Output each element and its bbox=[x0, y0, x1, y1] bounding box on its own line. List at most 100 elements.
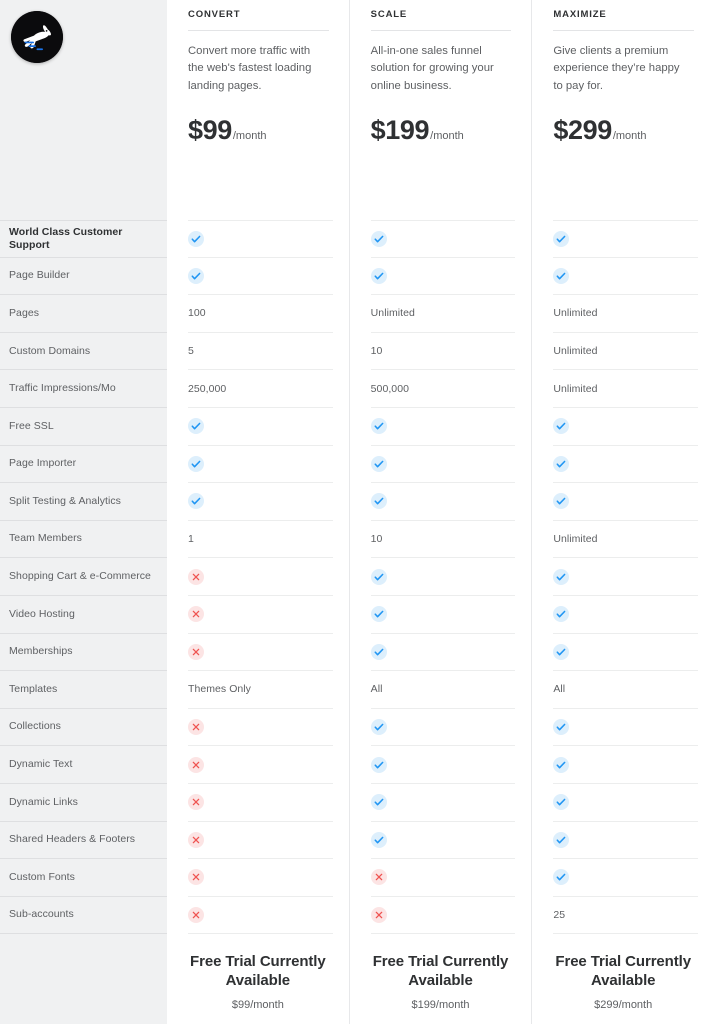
feature-value: 5 bbox=[188, 345, 194, 358]
feature-cell bbox=[370, 822, 516, 860]
feature-label-row: Sub-accounts bbox=[0, 897, 167, 935]
feature-cell bbox=[188, 220, 333, 258]
plan-cta[interactable]: Free Trial Currently Available $299/month bbox=[553, 934, 698, 1011]
feature-list-sidebar: World Class Customer Support Page Builder… bbox=[0, 0, 167, 1024]
plan-cta-subtitle: $299/month bbox=[594, 999, 653, 1012]
feature-cell bbox=[553, 784, 699, 822]
feature-label-row: World Class Customer Support bbox=[0, 220, 167, 258]
plan-column: MAXIMIZE Give clients a premium experienc… bbox=[531, 0, 714, 1024]
feature-label-row: Custom Fonts bbox=[0, 859, 167, 897]
feature-label: Sub-accounts bbox=[9, 908, 74, 921]
check-icon bbox=[553, 756, 570, 773]
pricing-comparison-page: World Class Customer Support Page Builder… bbox=[0, 0, 714, 1024]
plan-description: Convert more traffic with the web's fast… bbox=[188, 45, 312, 92]
feature-label: Free SSL bbox=[9, 419, 54, 432]
feature-cell bbox=[188, 634, 333, 672]
plan-price-period: /month bbox=[612, 129, 647, 142]
feature-label: Split Testing & Analytics bbox=[9, 494, 121, 507]
feature-cell bbox=[553, 408, 699, 446]
check-icon bbox=[370, 606, 387, 623]
check-icon bbox=[370, 493, 387, 510]
feature-label-row: Dynamic Text bbox=[0, 746, 167, 784]
feature-label: Memberships bbox=[9, 645, 73, 658]
plan-cta[interactable]: Free Trial Currently Available $99/month bbox=[188, 934, 333, 1011]
feature-cell bbox=[188, 709, 333, 747]
feature-label-row: Page Importer bbox=[0, 446, 167, 484]
feature-label: Templates bbox=[9, 682, 58, 695]
feature-cell bbox=[188, 596, 333, 634]
brand-logo[interactable] bbox=[11, 11, 63, 63]
feature-cell bbox=[370, 897, 516, 935]
feature-cell: 1 bbox=[188, 521, 333, 559]
plan-feature-cells: Unlimited 10 500,000 10 All bbox=[370, 220, 516, 935]
plan-price-period: /month bbox=[232, 129, 267, 142]
plan-feature-cells: 100 5 250,000 1 Themes Only bbox=[188, 220, 333, 935]
check-icon bbox=[553, 568, 570, 585]
plan-name: MAXIMIZE bbox=[553, 9, 607, 20]
plan-cta[interactable]: Free Trial Currently Available $199/month bbox=[371, 934, 516, 1011]
feature-value: All bbox=[370, 683, 383, 696]
feature-cell bbox=[188, 258, 333, 296]
cross-icon bbox=[188, 906, 204, 923]
feature-label-row: Shared Headers & Footers bbox=[0, 822, 167, 860]
feature-label-row: Shopping Cart & e-Commerce bbox=[0, 558, 167, 596]
feature-cell bbox=[370, 859, 516, 897]
feature-cell bbox=[370, 220, 516, 258]
feature-cell bbox=[553, 859, 699, 897]
feature-value: 25 bbox=[553, 908, 566, 921]
plan-price-amount: $99 bbox=[188, 114, 232, 145]
feature-cell bbox=[188, 897, 333, 935]
cross-icon bbox=[370, 906, 387, 923]
plan-columns: CONVERT Convert more traffic with the web… bbox=[167, 0, 714, 1024]
check-icon bbox=[553, 794, 570, 811]
feature-label-row: Dynamic Links bbox=[0, 784, 167, 822]
feature-cell: 5 bbox=[188, 333, 333, 371]
plan-cta-subtitle: $199/month bbox=[411, 999, 470, 1012]
feature-cell bbox=[553, 558, 699, 596]
plan-price: $199/month bbox=[371, 95, 516, 144]
feature-cell bbox=[370, 408, 516, 446]
feature-cell: Unlimited bbox=[553, 370, 699, 408]
feature-cell bbox=[553, 220, 699, 258]
feature-value: 500,000 bbox=[370, 382, 409, 395]
feature-cell: 500,000 bbox=[370, 370, 516, 408]
feature-cell bbox=[188, 784, 333, 822]
cross-icon bbox=[188, 719, 204, 736]
check-icon bbox=[553, 643, 570, 660]
feature-cell bbox=[370, 558, 516, 596]
cross-icon bbox=[188, 831, 204, 848]
plan-cta-subtitle: $99/month bbox=[231, 999, 284, 1012]
cross-icon bbox=[370, 869, 387, 886]
plan-description: All-in-one sales funnel solution for gro… bbox=[370, 45, 494, 92]
check-icon bbox=[553, 719, 570, 736]
feature-cell: 250,000 bbox=[188, 370, 333, 408]
feature-label: Pages bbox=[9, 306, 40, 319]
feature-label: Collections bbox=[9, 720, 61, 733]
feature-cell bbox=[188, 822, 333, 860]
plan-price-amount: $299 bbox=[553, 114, 612, 145]
check-icon bbox=[553, 230, 570, 247]
feature-cell: Unlimited bbox=[553, 521, 699, 559]
check-icon bbox=[188, 230, 204, 247]
feature-value: 1 bbox=[188, 533, 194, 546]
check-icon bbox=[370, 230, 387, 247]
feature-label-list: World Class Customer Support Page Builder… bbox=[0, 220, 167, 935]
feature-label-row: Team Members bbox=[0, 521, 167, 559]
cross-icon bbox=[188, 794, 204, 811]
feature-label-row: Pages bbox=[0, 295, 167, 333]
feature-cell: Unlimited bbox=[553, 333, 699, 371]
check-icon bbox=[553, 831, 570, 848]
feature-cell bbox=[370, 483, 516, 521]
check-icon bbox=[370, 756, 387, 773]
feature-cell: 25 bbox=[553, 897, 699, 935]
feature-cell: 10 bbox=[370, 521, 516, 559]
plan-cta-title: Free Trial Currently Available bbox=[190, 953, 326, 990]
feature-label: Dynamic Links bbox=[9, 795, 78, 808]
feature-cell bbox=[188, 483, 333, 521]
feature-label: Traffic Impressions/Mo bbox=[9, 382, 116, 395]
feature-cell bbox=[553, 258, 699, 296]
plan-cta-title: Free Trial Currently Available bbox=[372, 953, 509, 990]
feature-label-row: Collections bbox=[0, 709, 167, 747]
check-icon bbox=[370, 719, 387, 736]
check-icon bbox=[188, 493, 204, 510]
